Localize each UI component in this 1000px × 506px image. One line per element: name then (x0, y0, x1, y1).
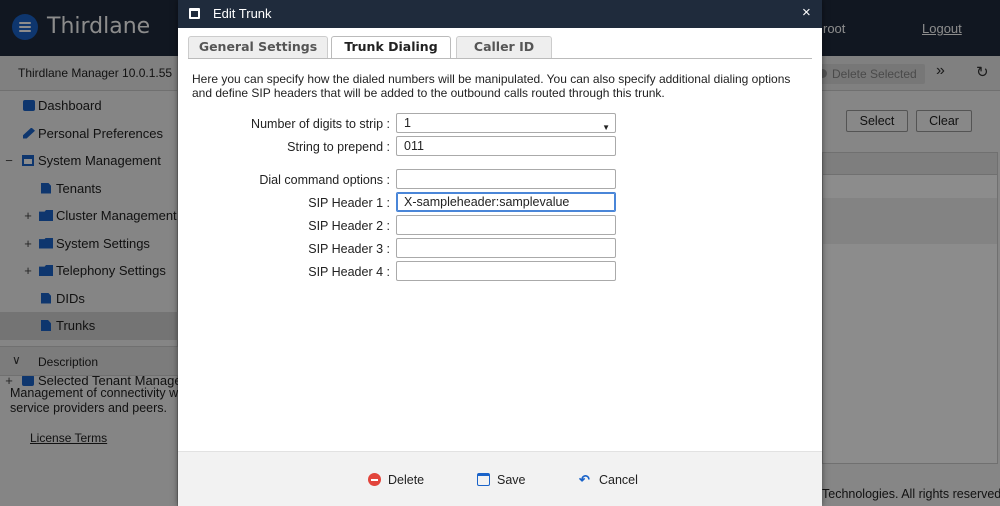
sidebar-item-system-management[interactable]: − System Management (0, 147, 178, 175)
logout-link[interactable]: Logout (922, 21, 962, 36)
grid-header (823, 153, 997, 175)
description-text: Management of connectivity wit service p… (10, 386, 178, 415)
brand-name: Thirdlane (47, 14, 151, 39)
tab-divider (188, 58, 812, 59)
sip-header-4-input[interactable] (396, 261, 616, 281)
version-label: Thirdlane Manager 10.0.1.55 (0, 56, 177, 91)
refresh-icon[interactable]: ↻ (976, 63, 989, 81)
wrench-icon (23, 127, 35, 139)
folder-icon (39, 237, 53, 249)
string-to-prepend-input[interactable] (396, 136, 616, 156)
sidebar-item-personal-preferences[interactable]: Personal Preferences (0, 120, 178, 148)
sidebar-item-system-settings[interactable]: + System Settings (0, 230, 178, 258)
tab-general-settings[interactable]: General Settings (188, 36, 328, 58)
trunks-grid (822, 152, 998, 464)
document-icon (41, 292, 51, 304)
chevron-down-icon: ∨ (12, 353, 21, 367)
current-user: root (823, 21, 846, 36)
delete-selected-button[interactable]: Delete Selected (818, 64, 925, 84)
table-row[interactable] (823, 175, 997, 198)
sidebar-item-trunks[interactable]: Trunks (0, 312, 178, 340)
digits-to-strip-label: Number of digits to strip : (251, 117, 390, 131)
close-icon[interactable]: × (802, 5, 811, 21)
sip-header-1-label: SIP Header 1 : (308, 196, 390, 210)
sidebar-item-tenants[interactable]: Tenants (0, 175, 178, 203)
sidebar-item-cluster-management[interactable]: + Cluster Management (0, 202, 178, 230)
thirdlane-logo-icon (12, 14, 38, 40)
dialog-title: Edit Trunk (213, 6, 272, 21)
digits-to-strip-select[interactable]: 1 ▼ (396, 113, 616, 133)
undo-icon: ↶ (579, 472, 590, 487)
person-icon (22, 375, 34, 386)
copyright-text: Technologies. All rights reserved. (822, 487, 1000, 501)
table-row[interactable] (823, 198, 997, 221)
dialog-footer: Delete Save ↶ Cancel (178, 451, 822, 506)
document-icon (41, 320, 51, 331)
intro-text: Here you can specify how the dialed numb… (192, 72, 791, 100)
double-chevron-right-icon[interactable]: » (936, 62, 945, 80)
folder-icon (39, 210, 53, 221)
expand-icon[interactable]: + (23, 230, 33, 258)
folder-icon (39, 265, 53, 276)
sip-header-1-input[interactable] (396, 192, 616, 212)
collapse-icon[interactable]: − (4, 147, 14, 175)
window-icon (22, 155, 34, 166)
document-icon (41, 182, 51, 194)
license-terms-link[interactable]: License Terms (30, 431, 107, 445)
expand-icon[interactable]: + (23, 202, 33, 230)
save-icon (477, 473, 490, 486)
sip-header-2-label: SIP Header 2 : (308, 219, 390, 233)
sidebar-item-telephony-settings[interactable]: + Telephony Settings (0, 257, 178, 285)
sip-header-3-label: SIP Header 3 : (308, 242, 390, 256)
dialog-title-bar: Edit Trunk × (178, 0, 822, 28)
table-row[interactable] (823, 221, 997, 244)
sidebar-item-dashboard[interactable]: Dashboard (0, 92, 178, 120)
string-to-prepend-label: String to prepend : (287, 140, 390, 154)
edit-trunk-dialog: Edit Trunk × General Settings Trunk Dial… (178, 0, 822, 506)
sip-header-3-input[interactable] (396, 238, 616, 258)
right-pane: Delete Selected » ↻ Select Clear Technol… (818, 56, 1000, 506)
clear-button[interactable]: Clear (916, 110, 972, 132)
dial-command-options-label: Dial command options : (259, 173, 390, 187)
delete-icon (368, 473, 381, 486)
dashboard-icon (23, 100, 35, 111)
dial-command-options-input[interactable] (396, 169, 616, 189)
expand-icon[interactable]: + (23, 257, 33, 285)
tab-caller-id[interactable]: Caller ID (456, 36, 552, 58)
tab-trunk-dialing[interactable]: Trunk Dialing (331, 36, 451, 59)
window-icon (189, 8, 200, 19)
grid-toolbar: Delete Selected » ↻ (818, 56, 1000, 91)
sidebar-item-dids[interactable]: DIDs (0, 285, 178, 313)
description-title: Description (38, 355, 99, 369)
dropdown-caret-icon: ▼ (602, 123, 610, 132)
sip-header-4-label: SIP Header 4 : (308, 265, 390, 279)
sip-header-2-input[interactable] (396, 215, 616, 235)
select-button[interactable]: Select (846, 110, 908, 132)
description-panel-header[interactable]: ∨ Description (0, 346, 178, 376)
